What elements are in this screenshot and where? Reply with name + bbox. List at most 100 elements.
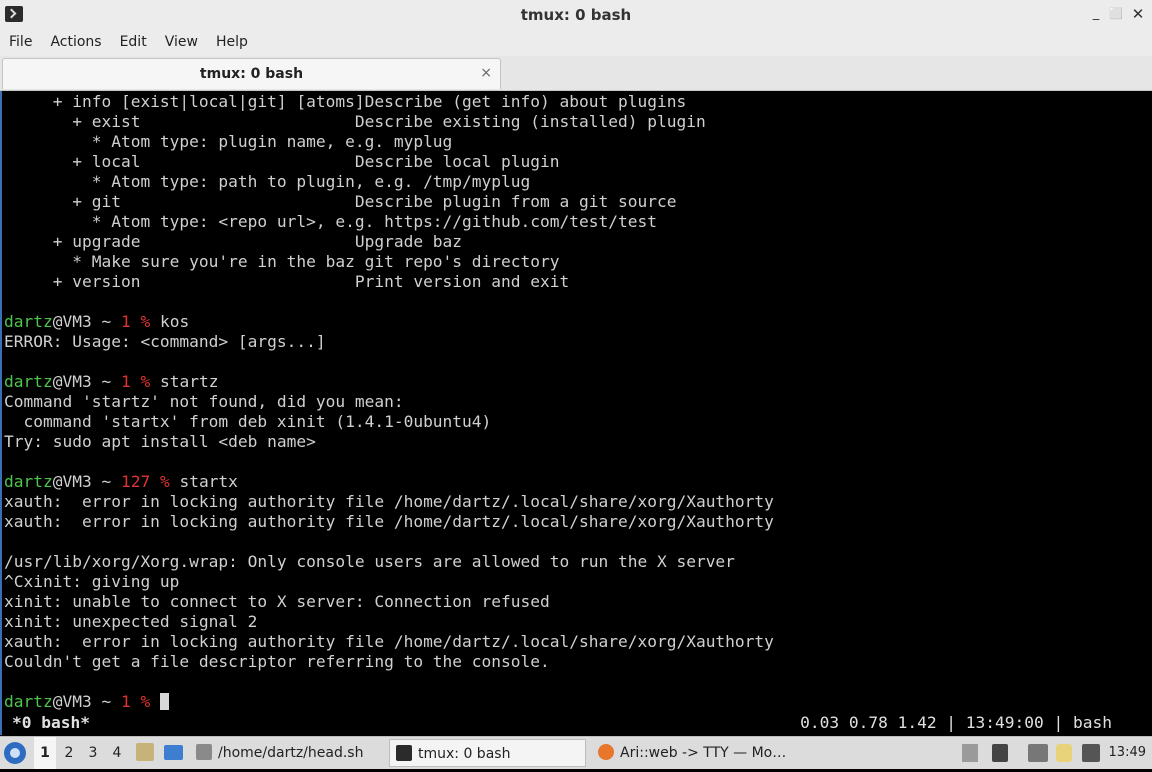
terminal-text: * Make sure you're in the baz git repo's… (4, 252, 560, 271)
terminal-text: + info [exist|local|git] [atoms]Describe… (4, 92, 687, 111)
clock[interactable]: 13:49 (1109, 737, 1146, 769)
workspace-1[interactable]: 1 (34, 737, 56, 769)
volume-icon[interactable] (992, 744, 1008, 762)
terminal-text: dartz (4, 692, 53, 711)
terminal-text: 1 % (120, 312, 151, 331)
terminal-line: xinit: unable to connect to X server: Co… (4, 592, 550, 612)
tmux-status-right: 0.03 0.78 1.42 | 13:49:00 | bash (800, 713, 1112, 732)
minimize-icon[interactable]: _ (1088, 6, 1104, 22)
task-firefox[interactable]: Ari::web -> TTY — Mo… (594, 739, 798, 767)
updates-icon[interactable] (962, 744, 978, 762)
terminal-text: xauth: error in locking authority file /… (4, 512, 774, 531)
terminal-text: + version Print version and exit (4, 272, 570, 291)
workspace-2[interactable]: 2 (58, 737, 80, 769)
terminal-text: xinit: unable to connect to X server: Co… (4, 592, 550, 611)
terminal-text: 127 % (120, 472, 170, 491)
terminal-line: dartz@VM3 ~ 1 % (4, 692, 169, 712)
terminal-text: command 'startx' from deb xinit (1.4.1-0… (4, 412, 492, 431)
terminal-text: xauth: error in locking authority file /… (4, 632, 774, 651)
taskbar: 1 2 3 4 /home/dartz/head.sh tmux: 0 bash… (0, 736, 1152, 769)
menu-help[interactable]: Help (207, 29, 257, 56)
terminal-text: 1 % (120, 372, 151, 391)
tab-label: tmux: 0 bash (199, 66, 304, 82)
terminal-line: dartz@VM3 ~ 1 % kos (4, 312, 189, 332)
terminal-line: + exist Describe existing (installed) pl… (4, 112, 706, 132)
workspace-4[interactable]: 4 (106, 737, 128, 769)
terminal-line: + local Describe local plugin (4, 152, 560, 172)
terminal-line: Command 'startz' not found, did you mean… (4, 392, 404, 412)
terminal-text: + upgrade Upgrade baz (4, 232, 463, 251)
terminal-text: xauth: error in locking authority file /… (4, 492, 774, 511)
terminal-line: * Make sure you're in the baz git repo's… (4, 252, 560, 272)
terminal-line: + git Describe plugin from a git source (4, 192, 676, 212)
text-editor-icon (196, 744, 212, 760)
terminal-text: * Atom type: plugin name, e.g. myplug (4, 132, 453, 151)
terminal-text: + exist Describe existing (installed) pl… (4, 112, 706, 131)
firefox-icon (598, 744, 614, 760)
terminal-text: + git Describe plugin from a git source (4, 192, 677, 211)
terminal-text: ERROR: Usage: <command> [args...] (4, 332, 326, 351)
terminal-text: dartz (4, 372, 53, 391)
terminal-line: * Atom type: <repo url>, e.g. https://gi… (4, 212, 657, 232)
terminal-line: xauth: error in locking authority file /… (4, 492, 774, 512)
display-icon[interactable] (1082, 744, 1100, 762)
tmux-window-label: *0 bash* (12, 713, 90, 732)
terminal-line: Try: sudo apt install <deb name> (4, 432, 316, 452)
terminal-text: * Atom type: <repo url>, e.g. https://gi… (4, 212, 657, 231)
terminal-line: dartz@VM3 ~ 1 % startz (4, 372, 218, 392)
terminal-text: @VM3 ~ (52, 312, 121, 331)
terminal-text: dartz (4, 312, 53, 331)
terminal-text: @VM3 ~ (52, 372, 121, 391)
task-head-sh[interactable]: /home/dartz/head.sh (192, 739, 386, 767)
maximize-icon[interactable]: ⬜ (1108, 6, 1124, 22)
terminal-text: Couldn't get a file descriptor referring… (4, 652, 550, 671)
terminal-text: Command 'startz' not found, did you mean… (4, 392, 404, 411)
menu-edit[interactable]: Edit (111, 29, 156, 56)
tab-bar: tmux: 0 bash × (0, 56, 1152, 91)
terminal-text: /usr/lib/xorg/Xorg.wrap: Only console us… (4, 552, 735, 571)
network-icon[interactable] (1028, 744, 1048, 762)
terminal-text: dartz (4, 472, 53, 491)
terminal-line: + upgrade Upgrade baz (4, 232, 462, 252)
start-menu-icon[interactable] (4, 742, 26, 764)
menu-file[interactable]: File (0, 29, 41, 56)
terminal-text: @VM3 ~ (52, 472, 121, 491)
terminal-output[interactable]: + info [exist|local|git] [atoms]Describe… (0, 91, 1152, 735)
menu-view[interactable]: View (156, 29, 207, 56)
terminal-text: @VM3 ~ (52, 692, 121, 711)
file-manager-icon[interactable] (136, 743, 154, 761)
terminal-line: + info [exist|local|git] [atoms]Describe… (4, 92, 686, 112)
task-label: tmux: 0 bash (418, 746, 511, 762)
menu-actions[interactable]: Actions (41, 29, 110, 56)
terminal-text: + local Describe local plugin (4, 152, 560, 171)
terminal-icon (396, 745, 412, 761)
task-tmux[interactable]: tmux: 0 bash (389, 739, 586, 767)
window-titlebar[interactable]: tmux: 0 bash _ ⬜ ✕ (0, 0, 1152, 30)
terminal-text: kos (150, 312, 190, 331)
terminal-line: xauth: error in locking authority file /… (4, 512, 774, 532)
terminal-line: * Atom type: plugin name, e.g. myplug (4, 132, 453, 152)
terminal-line: ^Cxinit: giving up (4, 572, 179, 592)
task-label: /home/dartz/head.sh (218, 745, 364, 761)
terminal-line: xinit: unexpected signal 2 (4, 612, 257, 632)
workspace-3[interactable]: 3 (82, 737, 104, 769)
show-desktop-icon[interactable] (164, 745, 183, 760)
menubar: File Actions Edit View Help (0, 29, 1152, 56)
terminal-line: dartz@VM3 ~ 127 % startx (4, 472, 238, 492)
terminal-text: * Atom type: path to plugin, e.g. /tmp/m… (4, 172, 531, 191)
terminal-text: 1 % (120, 692, 151, 711)
terminal-text: xinit: unexpected signal 2 (4, 612, 258, 631)
close-icon[interactable]: ✕ (1130, 6, 1146, 22)
terminal-line: * Atom type: path to plugin, e.g. /tmp/m… (4, 172, 531, 192)
terminal-text: Try: sudo apt install <deb name> (4, 432, 316, 451)
clipboard-icon[interactable] (1056, 744, 1072, 762)
terminal-line: xauth: error in locking authority file /… (4, 632, 774, 652)
terminal-text: startx (169, 472, 238, 491)
terminal-line: ERROR: Usage: <command> [args...] (4, 332, 326, 352)
tab-close-icon[interactable]: × (480, 65, 492, 81)
tmux-status-bar: *0 bash* 0.03 0.78 1.42 | 13:49:00 | bas… (0, 712, 1152, 734)
terminal-line: Couldn't get a file descriptor referring… (4, 652, 550, 672)
terminal-line: + version Print version and exit (4, 272, 570, 292)
tab-tmux[interactable]: tmux: 0 bash × (2, 58, 501, 89)
